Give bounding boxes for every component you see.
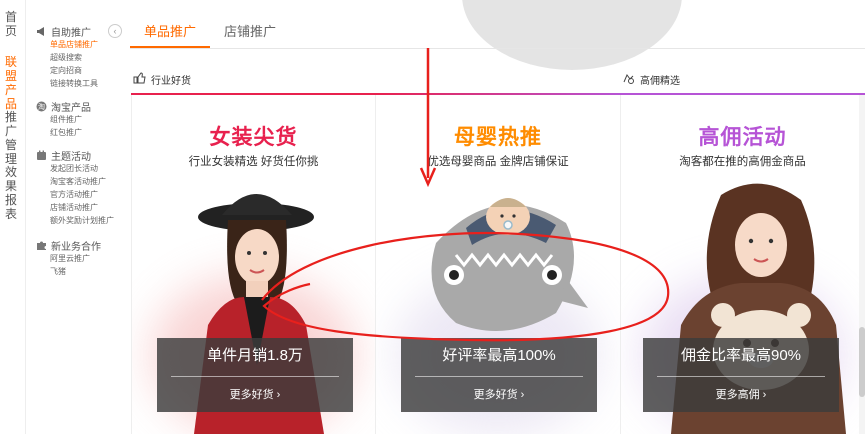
primary-nav: 首页 联盟产品 推广管理 效果报表 <box>0 0 26 434</box>
card-stat-panel: 单件月销1.8万 更多好货 › <box>157 338 353 412</box>
nav-products[interactable]: 联盟产品 <box>5 55 19 111</box>
sidebar-group-title: 自助推广 <box>51 27 91 39</box>
sidebar-item-official-activity[interactable]: 官方活动推广 <box>50 188 114 201</box>
promo-card-fashion[interactable]: 女装尖货 行业女装精选 好货任你挑 单件月销1.8万 更多好货 › <box>131 95 376 434</box>
sidebar-item-directed-invite[interactable]: 定向招商 <box>50 64 98 77</box>
theme-icon <box>36 150 47 161</box>
card-title: 高佣活动 <box>698 126 787 149</box>
tab-single-promo[interactable]: 单品推广 <box>130 20 211 48</box>
sidebar-item-single-store[interactable]: 单品店铺推广 <box>50 38 98 51</box>
sidebar-group-self-promo: 自助推广 单品店铺推广 超级搜索 定向招商 链接转换工具 <box>36 24 98 90</box>
more-goods-link[interactable]: 更多好货 › <box>157 386 353 402</box>
card-stat: 佣金比率最高90% <box>680 347 802 364</box>
more-goods-link[interactable]: 更多好货 › <box>401 386 597 402</box>
category-label: 行业好货 <box>151 76 191 87</box>
sidebar-item-store-activity[interactable]: 店铺活动推广 <box>50 201 114 214</box>
megaphone-icon <box>36 26 47 37</box>
sub-sidebar: 自助推广 单品店铺推广 超级搜索 定向招商 链接转换工具 淘 淘宝产品 组件推广… <box>28 0 126 434</box>
sidebar-item-leader-activity[interactable]: 发起团长活动 <box>50 162 114 175</box>
baby-shark-sleeping-bag-image <box>431 198 588 331</box>
sidebar-group-taobao: 淘 淘宝产品 组件推广 红包推广 <box>36 99 91 139</box>
category-high-commission: 高佣精选 <box>622 72 680 87</box>
promo-card-high-commission[interactable]: 高佣活动 淘客都在推的高佣金商品 佣金比率最高90% 更多高佣 › <box>621 95 865 434</box>
card-stat-panel: 佣金比率最高90% 更多高佣 › <box>643 338 839 412</box>
thumb-icon <box>133 72 146 87</box>
sidebar-item-link-convert[interactable]: 链接转换工具 <box>50 77 98 90</box>
sidebar-item-redpacket[interactable]: 红包推广 <box>50 126 91 139</box>
sidebar-item-widget[interactable]: 组件推广 <box>50 113 91 126</box>
sidebar-group-new-biz: 新业务合作 阿里云推广 飞猪 <box>36 238 101 278</box>
card-title: 女装尖货 <box>209 126 298 149</box>
sidebar-group-title: 主题活动 <box>51 151 91 163</box>
sidebar-group-title: 淘宝产品 <box>51 102 91 114</box>
sidebar-group-header[interactable]: 主题活动 <box>36 148 114 163</box>
sidebar-group-title: 新业务合作 <box>51 241 101 253</box>
card-stat-divider <box>171 376 339 377</box>
svg-text:淘: 淘 <box>38 102 45 111</box>
sidebar-item-fliggy[interactable]: 飞猪 <box>50 265 101 278</box>
sidebar-group-header[interactable]: 淘 淘宝产品 <box>36 99 91 114</box>
card-subtitle: 行业女装精选 好货任你挑 <box>188 156 319 168</box>
category-label: 高佣精选 <box>640 76 680 87</box>
nav-promotion-manage[interactable]: 推广管理 <box>5 110 19 166</box>
card-stat-divider <box>415 376 583 377</box>
scrollbar-thumb[interactable] <box>859 327 865 397</box>
sidebar-group-header[interactable]: 自助推广 <box>36 24 98 39</box>
nav-reports[interactable]: 效果报表 <box>5 165 19 221</box>
card-stat: 好评率最高100% <box>442 347 556 364</box>
card-stat-divider <box>657 376 825 377</box>
tab-bar: 单品推广 店铺推广 <box>130 20 290 50</box>
sidebar-item-extra-reward[interactable]: 额外奖励计划推广 <box>50 214 114 227</box>
sidebar-item-tbk-activity[interactable]: 淘宝客活动推广 <box>50 175 114 188</box>
puzzle-icon <box>36 240 47 251</box>
coin-icon <box>622 72 635 87</box>
app-root: 首页 联盟产品 推广管理 效果报表 自助推广 单品店铺推广 超级搜索 定向招商 … <box>0 0 865 434</box>
sidebar-item-aliyun[interactable]: 阿里云推广 <box>50 252 101 265</box>
sidebar-item-super-search[interactable]: 超级搜索 <box>50 51 98 64</box>
card-subtitle: 淘客都在推的高佣金商品 <box>679 156 806 168</box>
more-high-commission-link[interactable]: 更多高佣 › <box>643 386 839 402</box>
sidebar-group-header[interactable]: 新业务合作 <box>36 238 101 253</box>
promo-card-baby[interactable]: 母婴热推 优选母婴商品 金牌店铺保证 好评率最高100% 更多好货 › <box>376 95 621 434</box>
taobao-icon: 淘 <box>36 101 47 112</box>
tab-store-promo[interactable]: 店铺推广 <box>210 20 290 48</box>
sidebar-group-theme: 主题活动 发起团长活动 淘宝客活动推广 官方活动推广 店铺活动推广 额外奖励计划… <box>36 148 114 227</box>
card-title: 母婴热推 <box>454 126 542 149</box>
card-stat: 单件月销1.8万 <box>207 347 303 364</box>
sidebar-collapse-button[interactable]: ‹ <box>108 24 122 38</box>
nav-home[interactable]: 首页 <box>5 10 19 38</box>
decorative-blob <box>462 0 682 70</box>
card-stat-panel: 好评率最高100% 更多好货 › <box>401 338 597 412</box>
card-subtitle: 优选母婴商品 金牌店铺保证 <box>427 156 569 168</box>
tab-divider <box>130 48 865 49</box>
category-industry: 行业好货 <box>133 72 191 87</box>
